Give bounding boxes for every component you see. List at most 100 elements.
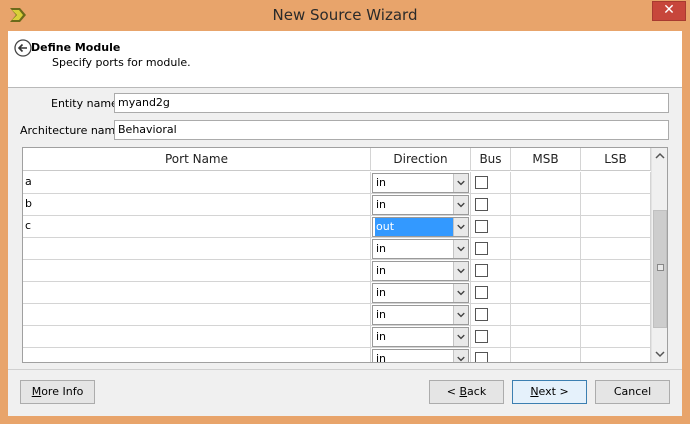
table-row[interactable]: b in: [23, 194, 651, 216]
ports-table: Port Name Direction Bus MSB LSB a in b in c o…: [22, 147, 668, 363]
port-name-cell[interactable]: [23, 326, 371, 348]
direction-select[interactable]: in: [372, 305, 469, 325]
more-info-button[interactable]: More Info: [20, 380, 95, 404]
next-button[interactable]: Next >: [512, 380, 587, 404]
table-row[interactable]: c out: [23, 216, 651, 238]
bus-checkbox[interactable]: [475, 308, 488, 321]
column-header-direction[interactable]: Direction: [371, 148, 471, 171]
scrollbar-thumb[interactable]: [653, 210, 667, 328]
port-name-cell[interactable]: c: [23, 216, 371, 238]
direction-value: in: [376, 242, 387, 255]
lsb-cell[interactable]: [581, 282, 651, 304]
bus-checkbox[interactable]: [475, 286, 488, 299]
msb-cell[interactable]: [511, 172, 581, 194]
footer-divider: [8, 369, 682, 370]
direction-value: in: [376, 264, 387, 277]
chevron-down-icon[interactable]: [453, 328, 468, 346]
next-mnemonic: N: [530, 385, 539, 398]
direction-select[interactable]: out: [372, 217, 469, 237]
msb-cell[interactable]: [511, 194, 581, 216]
vertical-scrollbar[interactable]: [651, 148, 667, 362]
lsb-cell[interactable]: [581, 304, 651, 326]
column-header-bus[interactable]: Bus: [471, 148, 511, 171]
msb-cell[interactable]: [511, 326, 581, 348]
chevron-down-icon[interactable]: [453, 306, 468, 324]
chevron-down-icon[interactable]: [453, 350, 468, 363]
lsb-cell[interactable]: [581, 216, 651, 238]
table-row[interactable]: in: [23, 326, 651, 348]
scroll-down-arrow-icon[interactable]: [652, 345, 668, 362]
wizard-window: New Source Wizard ✕ Define Module Specif…: [0, 0, 690, 424]
msb-cell[interactable]: [511, 304, 581, 326]
direction-value: in: [376, 176, 387, 189]
chevron-down-icon[interactable]: [453, 240, 468, 258]
table-row[interactable]: a in: [23, 172, 651, 194]
port-name-cell[interactable]: [23, 348, 371, 362]
entity-name-input[interactable]: myand2g: [114, 93, 669, 113]
lsb-cell[interactable]: [581, 238, 651, 260]
bus-checkbox[interactable]: [475, 176, 488, 189]
msb-cell[interactable]: [511, 216, 581, 238]
table-row[interactable]: in: [23, 304, 651, 326]
port-name-cell[interactable]: a: [23, 172, 371, 194]
bus-checkbox[interactable]: [475, 220, 488, 233]
direction-value: out: [375, 218, 455, 236]
close-button[interactable]: ✕: [652, 1, 686, 21]
chevron-down-icon[interactable]: [453, 174, 468, 192]
column-header-port-name[interactable]: Port Name: [23, 148, 371, 171]
table-row[interactable]: in: [23, 282, 651, 304]
table-row[interactable]: in: [23, 238, 651, 260]
architecture-name-input[interactable]: Behavioral: [114, 120, 669, 140]
more-info-label-post: ore Info: [41, 385, 84, 398]
msb-cell[interactable]: [511, 260, 581, 282]
lsb-cell[interactable]: [581, 348, 651, 362]
msb-cell[interactable]: [511, 238, 581, 260]
chevron-down-icon[interactable]: [453, 196, 468, 214]
direction-cell: in: [371, 238, 471, 260]
direction-select[interactable]: in: [372, 349, 469, 363]
column-header-msb[interactable]: MSB: [511, 148, 581, 171]
chevron-down-icon[interactable]: [453, 262, 468, 280]
back-arrow-icon[interactable]: [14, 39, 32, 57]
direction-cell: out: [371, 216, 471, 238]
back-button[interactable]: < Back: [429, 380, 504, 404]
direction-value: in: [376, 308, 387, 321]
port-name-cell[interactable]: b: [23, 194, 371, 216]
bus-checkbox[interactable]: [475, 198, 488, 211]
scroll-up-arrow-icon[interactable]: [652, 148, 668, 165]
bus-cell: [471, 348, 511, 362]
cancel-button[interactable]: Cancel: [595, 380, 670, 404]
msb-cell[interactable]: [511, 282, 581, 304]
direction-select[interactable]: in: [372, 173, 469, 193]
port-name-cell[interactable]: [23, 282, 371, 304]
chevron-down-icon[interactable]: [453, 218, 468, 236]
title-bar[interactable]: New Source Wizard ✕: [0, 0, 690, 31]
bus-cell: [471, 216, 511, 238]
msb-cell[interactable]: [511, 348, 581, 362]
bus-checkbox[interactable]: [475, 330, 488, 343]
table-row[interactable]: in: [23, 260, 651, 282]
lsb-cell[interactable]: [581, 260, 651, 282]
direction-select[interactable]: in: [372, 195, 469, 215]
back-label-post: ack: [467, 385, 487, 398]
direction-select[interactable]: in: [372, 239, 469, 259]
direction-select[interactable]: in: [372, 327, 469, 347]
column-header-lsb[interactable]: LSB: [581, 148, 651, 171]
port-name-cell[interactable]: [23, 260, 371, 282]
next-label-post: ext >: [538, 385, 569, 398]
bus-checkbox[interactable]: [475, 242, 488, 255]
direction-cell: in: [371, 260, 471, 282]
chevron-down-icon[interactable]: [453, 284, 468, 302]
lsb-cell[interactable]: [581, 326, 651, 348]
direction-select[interactable]: in: [372, 283, 469, 303]
direction-select[interactable]: in: [372, 261, 469, 281]
table-row[interactable]: in: [23, 348, 651, 363]
bus-cell: [471, 282, 511, 304]
bus-checkbox[interactable]: [475, 264, 488, 277]
port-name-cell[interactable]: [23, 238, 371, 260]
lsb-cell[interactable]: [581, 194, 651, 216]
scrollbar-grip: [657, 264, 664, 271]
lsb-cell[interactable]: [581, 172, 651, 194]
port-name-cell[interactable]: [23, 304, 371, 326]
bus-checkbox[interactable]: [475, 352, 488, 362]
